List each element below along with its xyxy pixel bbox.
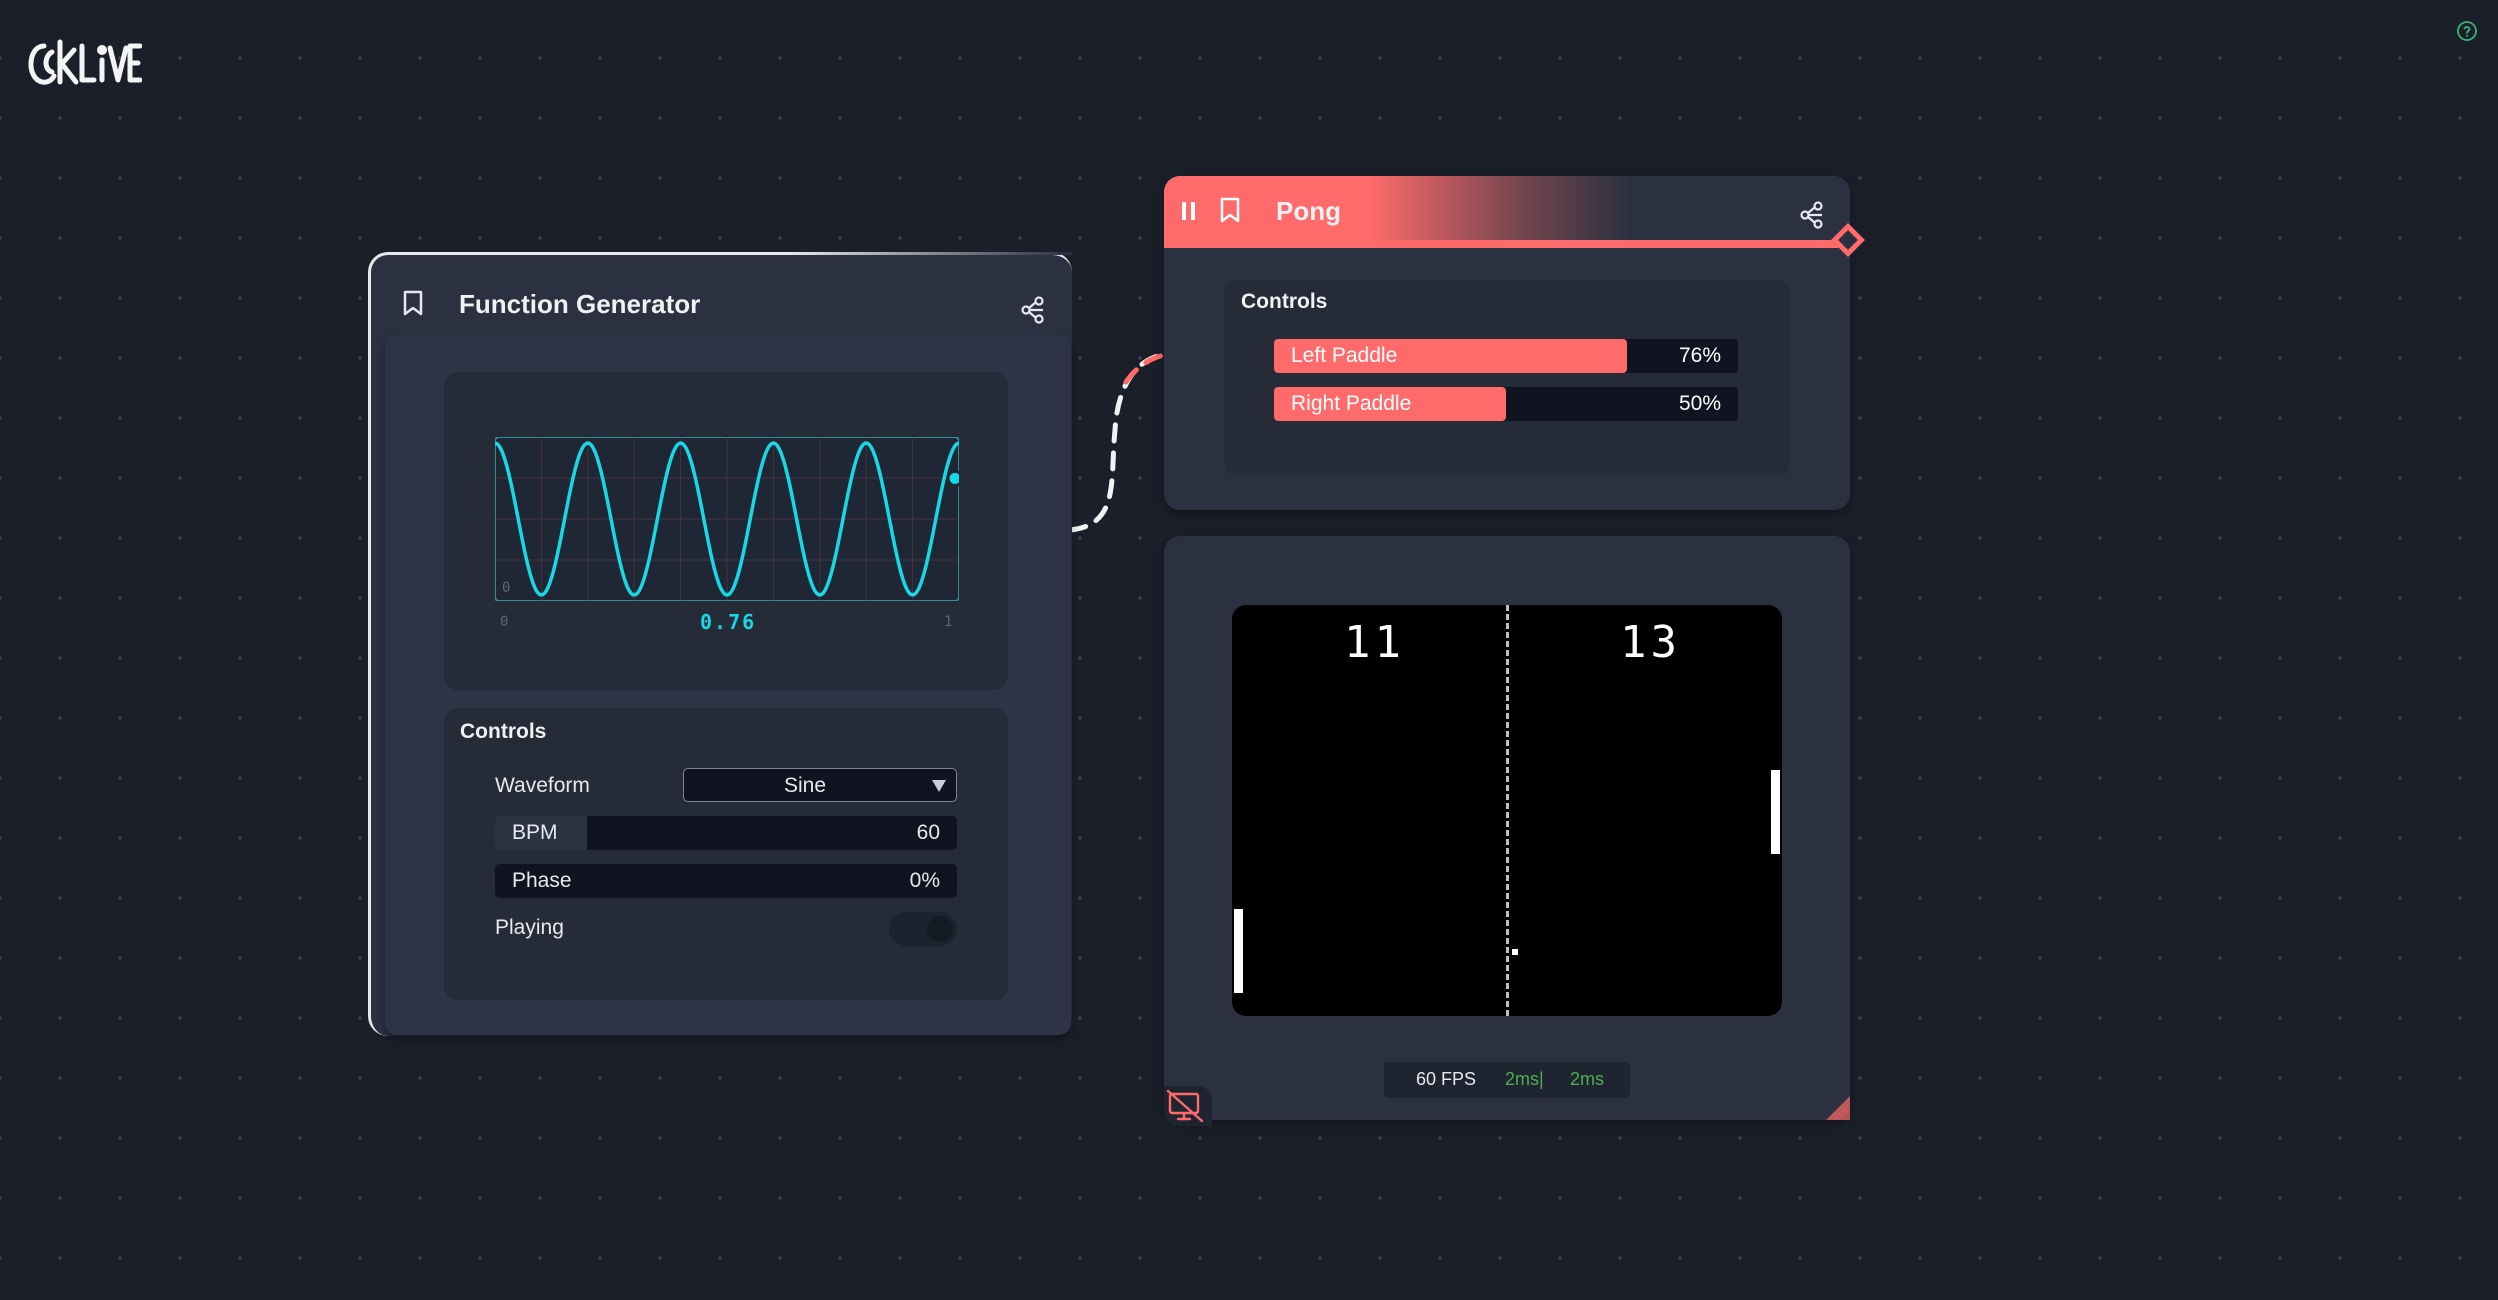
pause-icon[interactable] (1180, 200, 1198, 222)
waveform-select-value: Sine (783, 774, 827, 797)
pong-title: Pong (1276, 196, 1341, 226)
right-paddle-slider[interactable]: Right Paddle 50% (1274, 387, 1738, 421)
right-paddle (1771, 770, 1780, 854)
waveform-select[interactable]: Sine (683, 768, 957, 802)
scope-y-label: 0 (502, 580, 511, 596)
bpm-slider[interactable]: BPM 60 (495, 816, 957, 850)
function-generator-controls-panel (444, 708, 1008, 1000)
function-generator-header[interactable]: Function Generator (371, 255, 1071, 335)
phase-slider[interactable]: Phase 0% (495, 864, 957, 898)
playing-label: Playing (495, 916, 564, 939)
controls-section-title: Controls (460, 720, 547, 743)
center-net (1506, 605, 1509, 1016)
waveform-scope (495, 437, 959, 601)
bookmark-icon[interactable] (401, 289, 425, 317)
toggle-knob (927, 916, 953, 942)
node-graph-icon[interactable] (1798, 200, 1828, 230)
question-circle-icon[interactable] (2455, 19, 2479, 43)
right-score: 13 (1620, 617, 1681, 668)
left-paddle (1234, 909, 1243, 993)
function-generator-title: Function Generator (459, 289, 701, 319)
pong-header[interactable]: Pong (1164, 176, 1850, 248)
frame-time-1: 2ms| (1505, 1069, 1544, 1089)
pong-ball (1512, 949, 1518, 955)
cklive-logo (28, 39, 142, 85)
bpm-label: BPM (512, 821, 558, 844)
left-paddle-slider[interactable]: Left Paddle 76% (1274, 339, 1738, 373)
bpm-value: 60 (916, 821, 940, 844)
screen-off-icon[interactable] (1164, 1086, 1212, 1126)
performance-stats: 60 FPS 2ms| 2ms (1384, 1062, 1630, 1098)
scope-axis-min: 0 (500, 614, 509, 630)
bookmark-icon[interactable] (1218, 196, 1242, 224)
right-paddle-value: 50% (1678, 392, 1721, 415)
playing-toggle[interactable] (889, 912, 957, 946)
pong-header-underline (1164, 240, 1850, 248)
scope-axis-max: 1 (944, 614, 953, 630)
phase-label: Phase (512, 869, 572, 892)
left-paddle-label: Left Paddle (1291, 344, 1398, 367)
chevron-down-icon (932, 780, 946, 792)
pong-game-screen[interactable]: 11 13 (1232, 605, 1782, 1016)
pong-controls-title: Controls (1241, 290, 1328, 313)
right-paddle-label: Right Paddle (1291, 392, 1412, 415)
phase-value: 0% (909, 869, 940, 892)
scope-current-value: 0.76 (700, 610, 757, 634)
left-score: 11 (1344, 617, 1405, 668)
frame-time-2: 2ms (1570, 1069, 1605, 1089)
fps-value: 60 FPS (1416, 1069, 1477, 1089)
resize-handle[interactable] (1826, 1096, 1850, 1120)
waveform-label: Waveform (495, 774, 590, 797)
left-paddle-value: 76% (1678, 344, 1721, 367)
node-graph-icon[interactable] (1019, 295, 1049, 325)
